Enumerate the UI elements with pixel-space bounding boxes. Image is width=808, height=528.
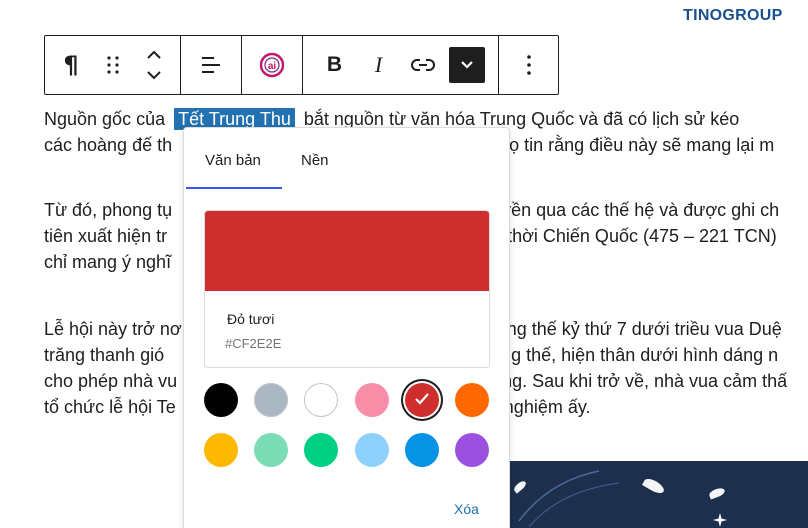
active-tab-indicator xyxy=(186,187,282,189)
swatch-red[interactable] xyxy=(405,383,439,417)
leaf-decoration-icon xyxy=(641,476,667,496)
p2-line2-left: tiên xuất hiện tr xyxy=(44,226,168,246)
wave-decoration-icon xyxy=(518,470,620,528)
options-button[interactable] xyxy=(511,47,547,83)
sparkle-icon xyxy=(713,513,727,527)
leaf-decoration-icon xyxy=(708,486,726,500)
link-icon xyxy=(410,59,435,71)
bold-icon: B xyxy=(326,53,343,76)
p1-line2-left: các hoàng đế th xyxy=(44,135,173,155)
ai-icon-text: ai xyxy=(268,61,277,72)
ai-icon: ai xyxy=(259,52,285,78)
swatch-light-blue[interactable] xyxy=(355,433,389,467)
swatch-pink[interactable] xyxy=(355,383,389,417)
check-icon xyxy=(415,393,429,405)
p2-line3-left: chỉ mang ý nghĩ xyxy=(44,252,172,272)
swatch-orange[interactable] xyxy=(455,383,489,417)
tab-background-color[interactable]: Nền xyxy=(301,152,329,169)
selected-color-name: Đỏ tươi xyxy=(227,311,275,327)
bold-button[interactable]: B xyxy=(317,47,353,83)
swatch-amber[interactable] xyxy=(204,433,238,467)
tab-text-color[interactable]: Văn bản xyxy=(205,152,261,169)
paragraph-icon: ¶ xyxy=(63,51,79,79)
p2-line1-right: yền qua các thế hệ và được ghi ch xyxy=(502,200,780,220)
swatch-purple[interactable] xyxy=(455,433,489,467)
image-block[interactable] xyxy=(509,461,808,528)
p3-line3-right: ng. Sau khi trở về, nhà vua cảm thấ xyxy=(502,371,788,391)
tinogroup-logo: TINOGROUP xyxy=(683,7,783,25)
drag-handle-icon xyxy=(106,56,119,74)
swatch-gray[interactable] xyxy=(254,383,288,417)
paragraph-block-button[interactable]: ¶ xyxy=(53,47,89,83)
p3-line2-right: áng thế, hiện thân dưới hình dáng n xyxy=(491,345,779,365)
logo-tino: TINO xyxy=(683,7,723,24)
move-up-down-button[interactable] xyxy=(136,47,172,83)
toolbar-group-block: ¶ xyxy=(45,36,181,94)
swatch-white[interactable] xyxy=(304,383,338,417)
p3-line2-left: trăng thanh gió xyxy=(44,345,165,365)
color-tabs: Văn bản Nền xyxy=(184,128,509,190)
p2-line2-right: o thời Chiến Quốc (475 – 221 TCN) xyxy=(492,226,777,246)
toolbar-group-options xyxy=(499,36,558,94)
align-left-icon xyxy=(202,57,220,73)
more-rich-text-button[interactable] xyxy=(448,47,485,83)
swatch-green[interactable] xyxy=(304,433,338,467)
link-button[interactable] xyxy=(405,47,441,83)
selected-color-card[interactable]: Đỏ tươi #CF2E2E xyxy=(204,210,490,368)
swatch-light-green[interactable] xyxy=(254,433,288,467)
p1-text-before: Nguồn gốc của xyxy=(44,109,166,129)
drag-handle[interactable] xyxy=(95,47,131,83)
italic-button[interactable]: I xyxy=(361,47,397,83)
logo-group: GROUP xyxy=(722,7,783,24)
p3-line4-right: nghiệm ấy. xyxy=(503,397,591,417)
p2-line1-left: Từ đó, phong tụ xyxy=(44,200,173,220)
clear-color-button[interactable]: Xóa xyxy=(454,501,479,517)
chevron-down-icon xyxy=(460,61,473,69)
p3-line4-left: tổ chức lễ hội Te xyxy=(44,397,176,417)
color-picker-popover: Văn bản Nền Đỏ tươi #CF2E2E Xóa xyxy=(183,127,510,528)
swatch-black[interactable] xyxy=(204,383,238,417)
p3-line1-right: ng thế kỷ thứ 7 dưới triều vua Duệ xyxy=(506,319,782,339)
p3-line1-left: Lễ hội này trở nơ xyxy=(44,319,182,339)
toolbar-group-ai: ai xyxy=(242,36,303,94)
ai-assistant-button[interactable]: ai xyxy=(254,47,290,83)
more-vertical-icon xyxy=(526,55,531,75)
align-button[interactable] xyxy=(193,47,229,83)
p1-line2-right: họ tin rằng điều này sẽ mang lại m xyxy=(499,135,775,155)
block-toolbar: ¶ ai B I xyxy=(44,35,559,95)
toolbar-group-format: B I xyxy=(303,36,499,94)
selected-color-preview xyxy=(205,211,489,291)
toolbar-group-align xyxy=(181,36,242,94)
italic-icon: I xyxy=(374,52,383,77)
p3-line3-left: cho phép nhà vu xyxy=(44,371,178,391)
selected-color-hex: #CF2E2E xyxy=(225,336,282,351)
p1-text-after: bắt nguồn từ văn hóa Trung Quốc và đã có… xyxy=(303,109,740,129)
swatch-blue[interactable] xyxy=(405,433,439,467)
chevron-up-down-icon xyxy=(147,50,161,80)
